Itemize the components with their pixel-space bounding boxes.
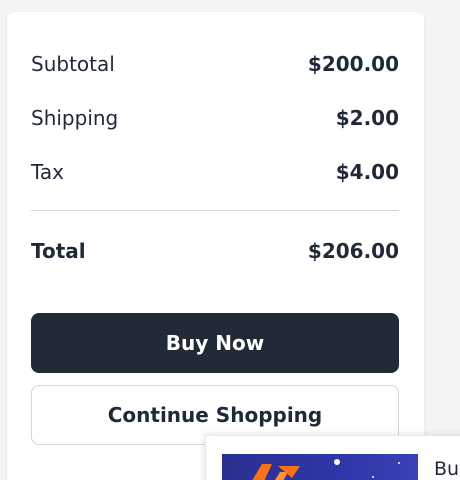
promo-text: Bui <box>434 458 460 480</box>
star-icon <box>398 462 400 464</box>
total-value: $206.00 <box>307 239 399 263</box>
tax-value: $4.00 <box>335 160 399 184</box>
shipping-value: $2.00 <box>335 106 399 130</box>
order-summary-card: Subtotal $200.00 Shipping $2.00 Tax $4.0… <box>7 12 424 480</box>
tax-row: Tax $4.00 <box>31 158 399 186</box>
summary-divider <box>31 210 399 211</box>
subtotal-row: Subtotal $200.00 <box>31 50 399 78</box>
total-label: Total <box>31 239 86 263</box>
star-icon <box>334 459 340 465</box>
total-row: Total $206.00 <box>31 237 399 265</box>
star-icon <box>372 476 374 478</box>
shipping-row: Shipping $2.00 <box>31 104 399 132</box>
page: Subtotal $200.00 Shipping $2.00 Tax $4.0… <box>0 0 460 480</box>
shipping-label: Shipping <box>31 106 119 130</box>
promo-thumbnail <box>222 454 418 480</box>
promo-logo-icon <box>252 464 300 480</box>
subtotal-value: $200.00 <box>307 52 399 76</box>
subtotal-label: Subtotal <box>31 52 115 76</box>
promo-popup[interactable]: Bui <box>205 435 460 480</box>
tax-label: Tax <box>31 160 64 184</box>
buy-now-button[interactable]: Buy Now <box>31 313 399 373</box>
